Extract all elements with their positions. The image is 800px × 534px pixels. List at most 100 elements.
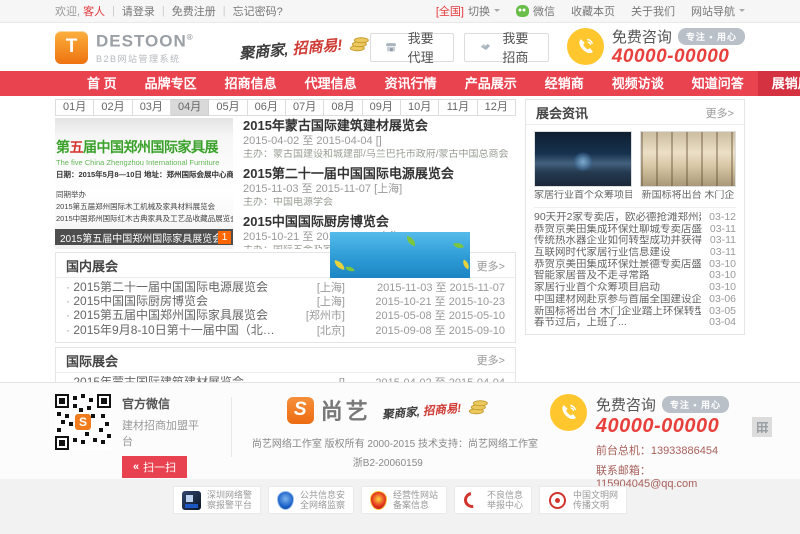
list-item[interactable]: 新国标将出台 木门企业踏上环保转型之路03-05	[534, 306, 736, 318]
exhibition-title-link[interactable]: 2015第二十一届中国国际电源展览会	[243, 166, 516, 182]
exhibition-title-link[interactable]: 2015中国国际厨房博览会	[243, 214, 516, 230]
scan-button[interactable]: « 扫一扫	[122, 456, 187, 478]
nav-item-home[interactable]: 首 页	[73, 71, 131, 96]
slider-caption[interactable]: 2015第五届中国郑州国际家具展览会 1	[55, 229, 233, 245]
exhibition-title-link[interactable]: 2015中国国际厨房博览会	[66, 295, 283, 308]
wechat-link[interactable]: 微信	[516, 3, 555, 19]
wechat-official-subtitle: 建材招商加盟平台	[122, 417, 207, 449]
list-item[interactable]: 家居行业首个众筹项目启动03-10	[534, 282, 736, 294]
mini-qr-icon	[757, 422, 768, 433]
wechat-icon	[516, 5, 529, 17]
region-switch-link[interactable]: 切换	[468, 3, 490, 19]
nav-item-investment-info[interactable]: 招商信息	[211, 71, 291, 96]
month-tab-02[interactable]: 02月	[94, 99, 132, 116]
month-tab-08[interactable]: 08月	[324, 99, 362, 116]
consult-label: 免费咨询	[612, 26, 672, 47]
month-tab-10[interactable]: 10月	[401, 99, 439, 116]
exhibition-date: 2015-11-03 至 2015-11-07	[345, 282, 505, 295]
favorite-link[interactable]: 收藏本页	[571, 3, 615, 19]
chevron-down-icon	[494, 9, 500, 15]
register-link[interactable]: 免费注册	[172, 3, 216, 19]
month-tab-06[interactable]: 06月	[248, 99, 286, 116]
list-item[interactable]: 恭贺京美田集成环保灶景德专卖店盛大开业03-10	[534, 259, 736, 271]
month-tab-04[interactable]: 04月	[171, 99, 209, 116]
month-tab-12[interactable]: 12月	[478, 99, 516, 116]
section-title-international: 国际展会	[66, 351, 118, 370]
logo-title: DESTOON®	[96, 29, 194, 50]
list-item[interactable]: 中国建材网赴京参与首届全国建设企业集中采购管理03-06	[534, 294, 736, 306]
nav-item-brand-zone[interactable]: 品牌专区	[131, 71, 211, 96]
swoosh-icon	[461, 489, 483, 511]
floating-ad-image[interactable]	[330, 232, 470, 278]
slider-subevent-2: 2015中国郑州国际红木古典家具及工艺品收藏品展览会	[55, 213, 233, 224]
coins-icon	[348, 33, 370, 51]
nav-item-agent-info[interactable]: 代理信息	[291, 71, 371, 96]
footer-consult-block: 免费咨询 专注 • 用心 40000-00000 前台总机：1393388645…	[550, 394, 745, 490]
nav-item-news[interactable]: 资讯行情	[371, 71, 451, 96]
scan-icon: «	[133, 461, 139, 473]
month-tab-09[interactable]: 09月	[363, 99, 401, 116]
nav-item-products[interactable]: 产品展示	[451, 71, 531, 96]
month-tab-11[interactable]: 11月	[439, 99, 477, 116]
header-phone-number: 40000-00000	[612, 47, 745, 68]
exhibition-date: 2015-10-21 至 2015-10-23	[345, 296, 505, 309]
footer-phone-number: 40000-00000	[596, 415, 745, 437]
news-thumb-1[interactable]: 家居行业首个众筹项目	[534, 131, 632, 202]
about-link[interactable]: 关于我们	[631, 3, 675, 19]
list-item[interactable]: 互联网时代家居行业信息建设03-11	[534, 247, 736, 259]
sitenav-link[interactable]: 网站导航	[691, 3, 735, 19]
nav-item-dealers[interactable]: 经销商	[531, 71, 598, 96]
news-list: 90天开2家专卖店，欧必德抢滩郑州建材市场03-12 恭贺京美田集成环保灶聊城专…	[534, 207, 736, 329]
region-label: [全国]	[436, 3, 464, 19]
red-shield-icon	[370, 491, 387, 510]
side-qr-widget[interactable]	[752, 417, 772, 437]
separator: |	[162, 5, 165, 17]
coins-icon	[467, 397, 489, 415]
nav-item-qa[interactable]: 知道问答	[678, 71, 758, 96]
site-logo[interactable]: T DESTOON® B2B网站管理系统	[55, 29, 194, 65]
list-item[interactable]: 智能家居普及不走寻常路03-10	[534, 270, 736, 282]
badge-report-center[interactable]: 不良信息举报中心	[454, 486, 532, 514]
login-link[interactable]: 请登录	[122, 3, 155, 19]
month-tab-05[interactable]: 05月	[209, 99, 247, 116]
news-thumb-caption: 家居行业首个众筹项目	[534, 190, 632, 202]
consult-badge: 专注 • 用心	[678, 28, 745, 45]
list-item[interactable]: 传统热水器企业如何转型成功并获得更大的蛋糕?03-11	[534, 235, 736, 247]
month-tab-07[interactable]: 07月	[286, 99, 324, 116]
exhibition-title-link[interactable]: 2015第五届中国郑州国际家具展览会	[66, 309, 283, 322]
list-item[interactable]: 春节过后，上班了...03-04	[534, 317, 736, 329]
month-tab-01[interactable]: 01月	[55, 99, 94, 116]
exhibition-date: 2015-05-08 至 2015-05-10	[345, 310, 505, 323]
more-link-domestic[interactable]: 更多>	[477, 258, 505, 274]
news-thumb-caption: 新国标将出台 木门企	[640, 190, 736, 202]
slider-joint-line: 同期举办	[55, 189, 233, 200]
badge-public-security[interactable]: 公共信息安全网络监察	[268, 486, 354, 514]
badge-civilization[interactable]: 中国文明网传播文明	[539, 486, 627, 514]
footer-slogan: 聚商家, 招商易!	[381, 396, 489, 423]
table-row: 2015第五届中国郑州国际家具展览会 [郑州市] 2015-05-08 至 20…	[66, 309, 505, 323]
more-link-international[interactable]: 更多>	[477, 352, 505, 368]
nav-item-video[interactable]: 视频访谈	[598, 71, 678, 96]
exhibition-slider[interactable]: 第五届中国郑州国际家具展 The five China Zhengzhou In…	[55, 118, 233, 249]
list-item[interactable]: 90天开2家专卖店，欧必德抢滩郑州建材市场03-12	[534, 212, 736, 224]
badge-website-record[interactable]: 经营性网站备案信息	[361, 486, 447, 514]
exhibition-title-link[interactable]: 2015年9月8-10日第十一届中国（北京）国际管材展览会	[66, 324, 283, 337]
badge-cyber-police[interactable]: 深圳网络警察报警平台	[173, 486, 261, 514]
more-link-news[interactable]: 更多>	[706, 105, 734, 121]
list-item[interactable]: 恭贺京美田集成环保灶聊城专卖店盛大开业03-11	[534, 224, 736, 236]
news-thumb-2[interactable]: 新国标将出台 木门企	[640, 131, 736, 202]
forgot-password-link[interactable]: 忘记密码?	[233, 3, 283, 19]
header: T DESTOON® B2B网站管理系统 聚商家, 招商易! 我要代理 我要招商	[0, 23, 800, 71]
merchant-button[interactable]: 我要招商	[464, 33, 549, 62]
featured-exhibition-list: 2015年蒙古国际建筑建材展览会 2015-04-02 至 2015-04-04…	[243, 118, 516, 249]
agent-button[interactable]: 我要代理	[370, 33, 454, 62]
exhibition-host: 主办：中国电源学会	[243, 197, 516, 209]
chevron-down-icon	[739, 9, 745, 15]
nav-item-exhibitions[interactable]: 展销展会	[758, 71, 800, 96]
exhibition-title-link[interactable]: 2015第二十一届中国国际电源展览会	[66, 281, 283, 294]
exhibition-title-link[interactable]: 2015年蒙古国际建筑建材展览会	[243, 118, 516, 134]
main-nav: 首 页 品牌专区 招商信息 代理信息 资讯行情 产品展示 经销商 视频访谈 知道…	[0, 71, 800, 96]
slider-page-badge[interactable]: 1	[218, 231, 231, 244]
month-tab-03[interactable]: 03月	[133, 99, 171, 116]
brand-name: 尚艺	[321, 394, 371, 426]
